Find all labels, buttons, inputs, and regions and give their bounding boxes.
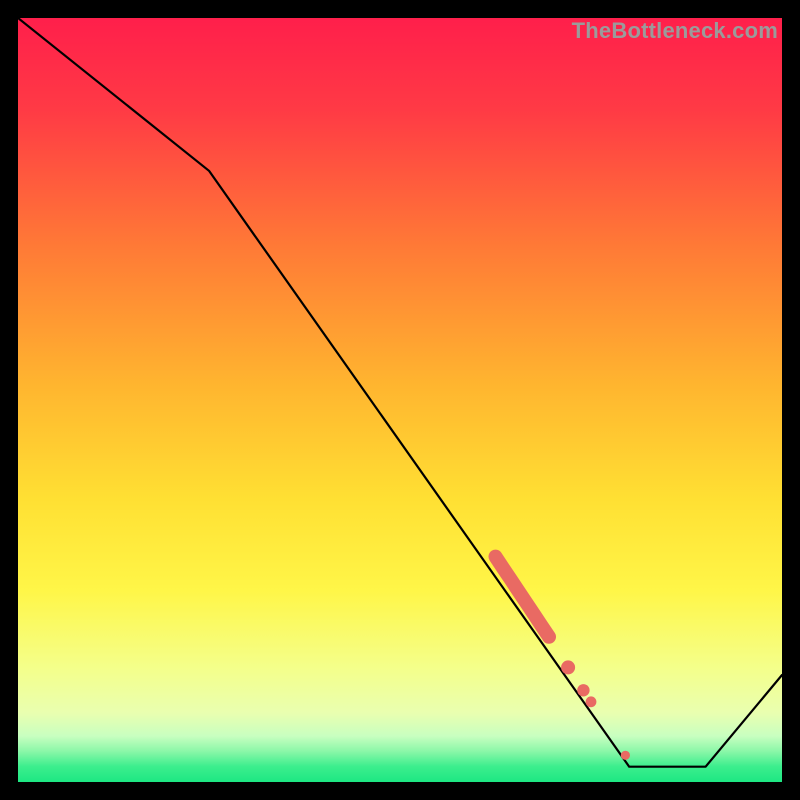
watermark-text: TheBottleneck.com (572, 18, 778, 44)
chart-frame: TheBottleneck.com (18, 18, 782, 782)
marker-dot (561, 660, 575, 674)
marker-dot (621, 751, 630, 760)
marker-dot (586, 696, 597, 707)
chart-background (18, 18, 782, 782)
chart-svg (18, 18, 782, 782)
marker-dot (577, 684, 589, 696)
